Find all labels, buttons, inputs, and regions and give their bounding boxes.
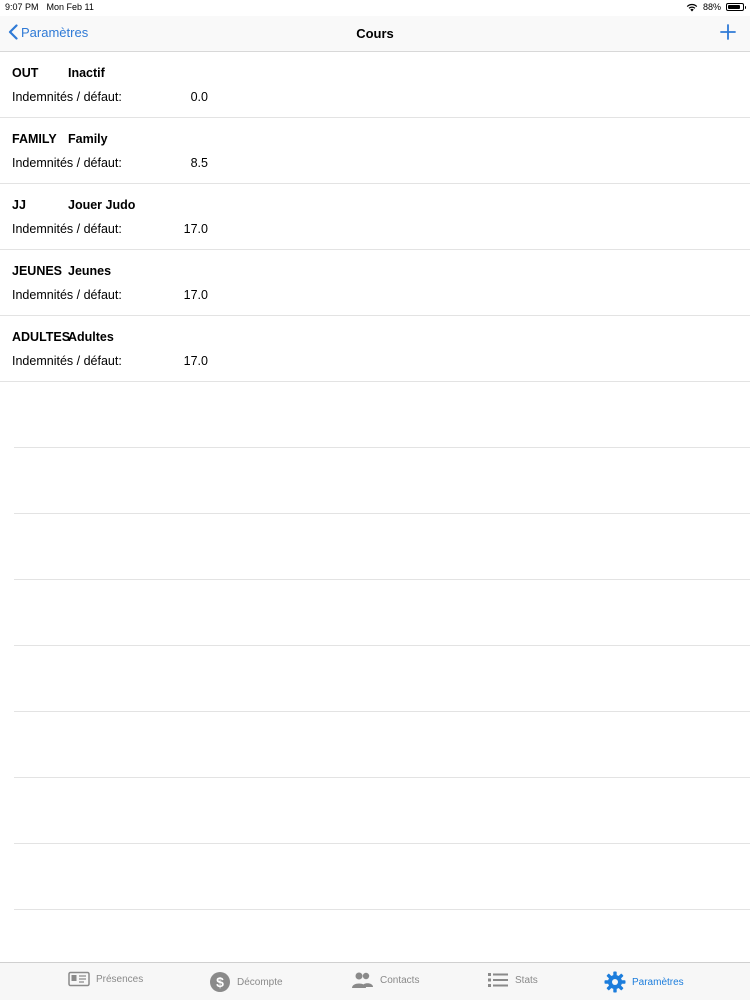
battery-percent: 88% [702,2,721,12]
indemnity-value: 17.0 [183,354,208,368]
indemnity-value: 17.0 [183,222,208,236]
indemnity-label: Indemnités / défaut: [12,288,122,302]
course-row[interactable]: JJ Jouer Judo Indemnités / défaut: 17.0 [0,184,750,250]
indemnity-value: 0.0 [190,90,208,104]
people-icon [352,972,373,988]
course-code: OUT [12,66,39,80]
course-name: Jeunes [68,264,112,278]
list-icon [488,973,508,987]
course-code: FAMILY [12,132,57,146]
course-row[interactable]: OUT Inactif Indemnités / défaut: 0.0 [0,52,750,118]
status-time: 9:07 PM [5,2,39,12]
empty-row [14,514,750,580]
indemnity-label: Indemnités / défaut: [12,156,122,170]
empty-row [14,712,750,778]
course-list: OUT Inactif Indemnités / défaut: 0.0 FAM… [0,52,750,910]
indemnity-label: Indemnités / défaut: [12,90,122,104]
tab-contacts[interactable]: Contacts [350,971,419,989]
dollar-icon: $ [210,972,230,992]
status-right: 88% [686,2,746,12]
tab-label: Contacts [380,974,420,986]
wifi-icon [686,3,698,11]
navigation-bar: Paramètres Cours [0,16,750,52]
battery-icon [726,3,746,11]
gear-icon [604,971,626,993]
course-row[interactable]: JEUNES Jeunes Indemnités / défaut: 17.0 [0,250,750,316]
empty-row [14,448,750,514]
id-card-icon [68,971,90,987]
tab-label: Paramètres [632,976,684,988]
page-title: Cours [356,26,394,41]
tab-stats[interactable]: Stats [487,971,538,989]
status-date: Mon Feb 11 [46,2,94,12]
status-bar: 9:07 PM Mon Feb 11 88% [0,0,750,16]
course-name: Inactif [68,66,105,80]
tab-parametres[interactable]: Paramètres [604,971,684,993]
course-row[interactable]: FAMILY Family Indemnités / défaut: 8.5 [0,118,750,184]
plus-icon[interactable] [720,24,736,40]
empty-row [14,646,750,712]
indemnity-value: 8.5 [190,156,208,170]
tab-label: Présences [96,973,144,985]
tab-decompte[interactable]: $ Décompte [209,971,283,993]
course-row[interactable]: ADULTES Adultes Indemnités / défaut: 17.… [0,316,750,382]
tab-presences[interactable]: Présences [68,971,143,987]
tab-label: Stats [515,974,538,986]
course-name: Family [68,132,108,146]
indemnity-label: Indemnités / défaut: [12,222,122,236]
empty-row [14,778,750,844]
battery-level [728,5,741,9]
svg-text:$: $ [216,974,224,990]
tab-label: Décompte [237,976,283,988]
course-name: Adultes [68,330,114,344]
indemnity-value: 17.0 [183,288,208,302]
status-left: 9:07 PM Mon Feb 11 [5,2,94,12]
tab-bar: Présences $ Décompte Contacts Stats Para… [0,962,750,1000]
empty-row [14,580,750,646]
course-name: Jouer Judo [68,198,136,212]
empty-row [14,382,750,448]
course-code: ADULTES [12,330,71,344]
course-code: JEUNES [12,264,63,278]
indemnity-label: Indemnités / défaut: [12,354,122,368]
empty-row [14,844,750,910]
course-code: JJ [12,198,26,212]
